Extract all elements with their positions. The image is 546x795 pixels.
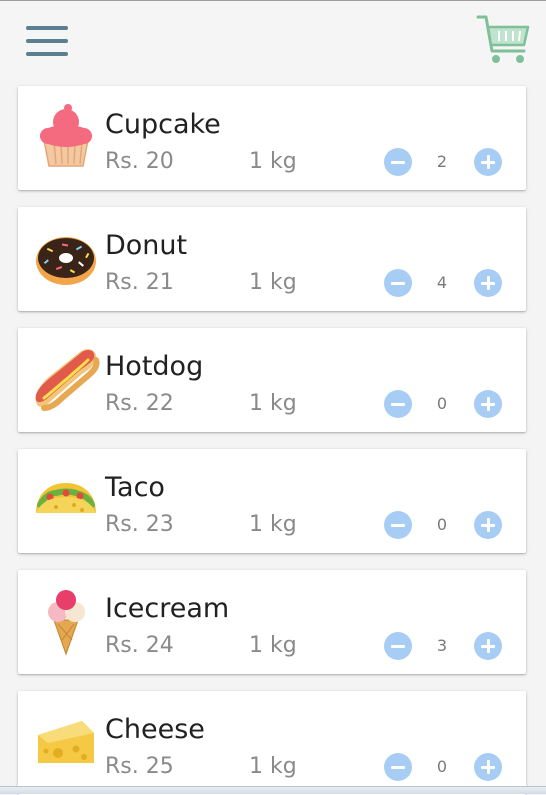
- minus-icon: [391, 765, 405, 769]
- product-name: Cupcake: [105, 109, 221, 140]
- cheese-icon: [38, 721, 94, 763]
- product-name: Hotdog: [105, 351, 204, 382]
- product-card[interactable]: Hotdog Rs. 22 1 kg 0: [18, 328, 526, 432]
- product-price: Rs. 22: [105, 391, 174, 416]
- product-weight: 1 kg: [249, 633, 297, 658]
- quantity-value: 2: [436, 152, 448, 171]
- quantity-value: 0: [436, 515, 448, 534]
- hamburger-menu-icon[interactable]: [26, 25, 68, 59]
- quantity-value: 4: [436, 273, 448, 292]
- product-weight: 1 kg: [249, 754, 297, 779]
- increase-quantity-button[interactable]: [474, 753, 502, 781]
- product-weight: 1 kg: [249, 512, 297, 537]
- donut-icon: [36, 237, 96, 285]
- taco-icon: [36, 483, 96, 513]
- product-price: Rs. 24: [105, 633, 174, 658]
- product-price: Rs. 21: [105, 270, 174, 295]
- product-card[interactable]: Cheese Rs. 25 1 kg 0: [18, 691, 526, 795]
- hotdog-icon: [35, 349, 100, 411]
- decrease-quantity-button[interactable]: [384, 753, 412, 781]
- quantity-value: 0: [436, 757, 448, 776]
- decrease-quantity-button[interactable]: [384, 632, 412, 660]
- product-price: Rs. 23: [105, 512, 174, 537]
- product-card[interactable]: Donut Rs. 21 1 kg 4: [18, 207, 526, 311]
- shopping-cart-icon[interactable]: [474, 11, 532, 69]
- quantity-value: 0: [436, 394, 448, 413]
- decrease-quantity-button[interactable]: [384, 390, 412, 418]
- minus-icon: [391, 160, 405, 164]
- decrease-quantity-button[interactable]: [384, 511, 412, 539]
- product-card[interactable]: Cupcake Rs. 20 1 kg 2: [18, 86, 526, 190]
- increase-quantity-button[interactable]: [474, 148, 502, 176]
- product-weight: 1 kg: [249, 391, 297, 416]
- product-price: Rs. 20: [105, 149, 174, 174]
- product-card[interactable]: Icecream Rs. 24 1 kg 3: [18, 570, 526, 674]
- quantity-value: 3: [436, 636, 448, 655]
- decrease-quantity-button[interactable]: [384, 269, 412, 297]
- cupcake-icon: [40, 104, 92, 167]
- app-bar: [0, 0, 546, 79]
- product-name: Taco: [105, 472, 165, 503]
- product-name: Icecream: [105, 593, 230, 624]
- minus-icon: [391, 402, 405, 406]
- increase-quantity-button[interactable]: [474, 511, 502, 539]
- product-card[interactable]: Taco Rs. 23 1 kg 0: [18, 449, 526, 553]
- minus-icon: [391, 523, 405, 527]
- increase-quantity-button[interactable]: [474, 632, 502, 660]
- product-weight: 1 kg: [249, 270, 297, 295]
- product-name: Cheese: [105, 714, 205, 745]
- increase-quantity-button[interactable]: [474, 269, 502, 297]
- decrease-quantity-button[interactable]: [384, 148, 412, 176]
- minus-icon: [391, 644, 405, 648]
- increase-quantity-button[interactable]: [474, 390, 502, 418]
- icecream-icon: [48, 590, 85, 656]
- minus-icon: [391, 281, 405, 285]
- product-name: Donut: [105, 230, 188, 261]
- product-price: Rs. 25: [105, 754, 174, 779]
- product-weight: 1 kg: [249, 149, 297, 174]
